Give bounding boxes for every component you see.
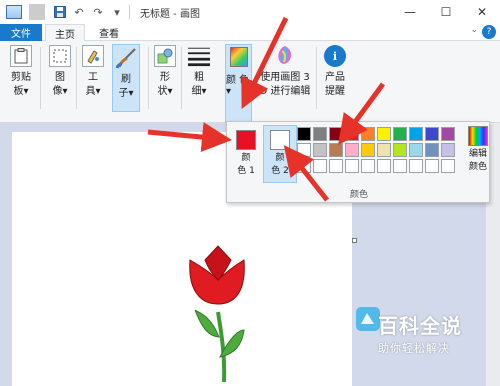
help-icon[interactable]: ?	[482, 25, 496, 39]
info-icon: i	[324, 45, 346, 67]
divider	[40, 47, 41, 109]
palette-color-swatch[interactable]	[345, 127, 359, 141]
palette-color-swatch[interactable]	[425, 143, 439, 157]
color2-button[interactable]: 颜 色 2	[263, 125, 297, 183]
palette-color-swatch[interactable]	[361, 143, 375, 157]
color2-swatch	[270, 130, 290, 150]
image-label: 图 像▾	[52, 72, 68, 97]
tab-view[interactable]: 查看	[92, 24, 126, 41]
tools-icon	[82, 45, 104, 67]
color1-swatch	[236, 130, 256, 150]
divider	[148, 47, 149, 109]
color2-label: 颜 色 2	[271, 153, 289, 176]
paint3d-button[interactable]: 使用画图 3 D 进行编辑	[258, 45, 312, 99]
palette-color-swatch[interactable]	[441, 127, 455, 141]
tools-button[interactable]: 工 具▾	[82, 45, 104, 99]
palette-color-swatch[interactable]	[297, 159, 311, 173]
color-palette	[297, 127, 455, 173]
clipboard-button[interactable]: 剪贴 板▾	[10, 45, 32, 99]
palette-color-swatch[interactable]	[441, 159, 455, 173]
palette-color-swatch[interactable]	[313, 127, 327, 141]
product-alert-label: 产品 提醒	[325, 72, 345, 97]
palette-color-swatch[interactable]	[329, 127, 343, 141]
size-label: 粗 细▾	[191, 72, 207, 97]
palette-color-swatch[interactable]	[345, 143, 359, 157]
edit-colors-label: 编辑 颜色	[468, 149, 487, 172]
palette-color-swatch[interactable]	[345, 159, 359, 173]
watermark-title: 百科全说	[378, 314, 462, 338]
title-bar: ↶ ↷ ▾ 无标题 - 画图 — ☐ ✕	[0, 0, 500, 24]
color1-button[interactable]: 颜 色 1	[233, 126, 259, 182]
product-alert-button[interactable]: i 产品 提醒	[320, 45, 350, 99]
paint3d-icon	[274, 45, 296, 67]
line-width-icon	[188, 45, 210, 67]
select-icon	[49, 45, 71, 67]
divider	[316, 47, 317, 109]
palette-color-swatch[interactable]	[377, 143, 391, 157]
maximize-icon[interactable]: ☐	[428, 0, 464, 24]
shapes-button[interactable]: 形 状▾	[154, 45, 176, 99]
divider	[129, 5, 130, 19]
ribbon: 剪贴 板▾ 图 像▾ 工 具▾ 刷 子▾ 形 状▾ 粗 细▾ 颜 色▾ 使用画图…	[0, 41, 500, 142]
size-button[interactable]: 粗 细▾	[188, 45, 210, 99]
palette-color-swatch[interactable]	[361, 159, 375, 173]
palette-color-swatch[interactable]	[425, 159, 439, 173]
shapes-label: 形 状▾	[157, 72, 173, 97]
minimize-icon[interactable]: —	[392, 0, 428, 24]
palette-color-swatch[interactable]	[425, 127, 439, 141]
undo-icon[interactable]: ↶	[71, 4, 87, 20]
close-icon[interactable]: ✕	[464, 0, 500, 24]
palette-color-swatch[interactable]	[297, 143, 311, 157]
palette-color-swatch[interactable]	[393, 127, 407, 141]
edit-colors-button[interactable]: 编辑 颜色	[467, 126, 489, 174]
brushes-button[interactable]: 刷 子▾	[112, 44, 140, 112]
divider	[76, 47, 77, 109]
image-button[interactable]: 图 像▾	[49, 45, 71, 99]
tab-home[interactable]: 主页	[45, 24, 85, 42]
palette-color-swatch[interactable]	[441, 143, 455, 157]
canvas-resize-handle[interactable]	[352, 238, 357, 243]
palette-color-swatch[interactable]	[377, 127, 391, 141]
chevron-down-icon[interactable]: ⌄	[470, 25, 478, 35]
palette-color-swatch[interactable]	[361, 127, 375, 141]
clipboard-icon	[10, 45, 32, 67]
colors-label: 颜 色▾	[226, 75, 250, 97]
palette-color-swatch[interactable]	[329, 143, 343, 157]
quick-access-toolbar: ↶ ↷ ▾	[0, 0, 125, 24]
watermark-subtitle: 助你轻松解决	[378, 342, 450, 355]
redo-icon[interactable]: ↷	[90, 4, 106, 20]
palette-color-swatch[interactable]	[409, 143, 423, 157]
color1-label: 颜 色 1	[237, 153, 255, 176]
clipboard-label: 剪贴 板▾	[11, 72, 31, 97]
brushes-label: 刷 子▾	[118, 74, 134, 99]
palette-color-swatch[interactable]	[377, 159, 391, 173]
palette-color-swatch[interactable]	[393, 143, 407, 157]
paint-app-icon[interactable]	[6, 4, 22, 20]
brush-icon	[115, 47, 137, 69]
ribbon-tabs: 文件 主页 查看 ⌄ ?	[0, 24, 500, 42]
tools-label: 工 具▾	[85, 72, 101, 97]
window-title: 无标题 - 画图	[140, 8, 200, 20]
divider	[181, 47, 182, 109]
palette-color-swatch[interactable]	[409, 127, 423, 141]
colors-dropdown: 颜 色 1 颜 色 2 编辑 颜色 颜色	[226, 121, 490, 203]
palette-color-swatch[interactable]	[313, 143, 327, 157]
palette-color-swatch[interactable]	[329, 159, 343, 173]
tab-file[interactable]: 文件	[0, 24, 42, 41]
palette-color-swatch[interactable]	[393, 159, 407, 173]
color-palette-icon	[229, 47, 248, 67]
palette-color-swatch[interactable]	[297, 127, 311, 141]
palette-color-swatch[interactable]	[313, 159, 327, 173]
customize-chevron-down-icon[interactable]: ▾	[109, 4, 125, 20]
edit-colors-icon	[468, 126, 488, 146]
divider	[29, 4, 45, 20]
colors-group-caption: 颜色	[349, 190, 368, 200]
window-controls: — ☐ ✕	[392, 0, 500, 24]
shapes-icon	[154, 45, 176, 67]
paint3d-label: 使用画图 3 D 进行编辑	[259, 72, 311, 97]
palette-color-swatch[interactable]	[409, 159, 423, 173]
save-icon[interactable]	[52, 4, 68, 20]
